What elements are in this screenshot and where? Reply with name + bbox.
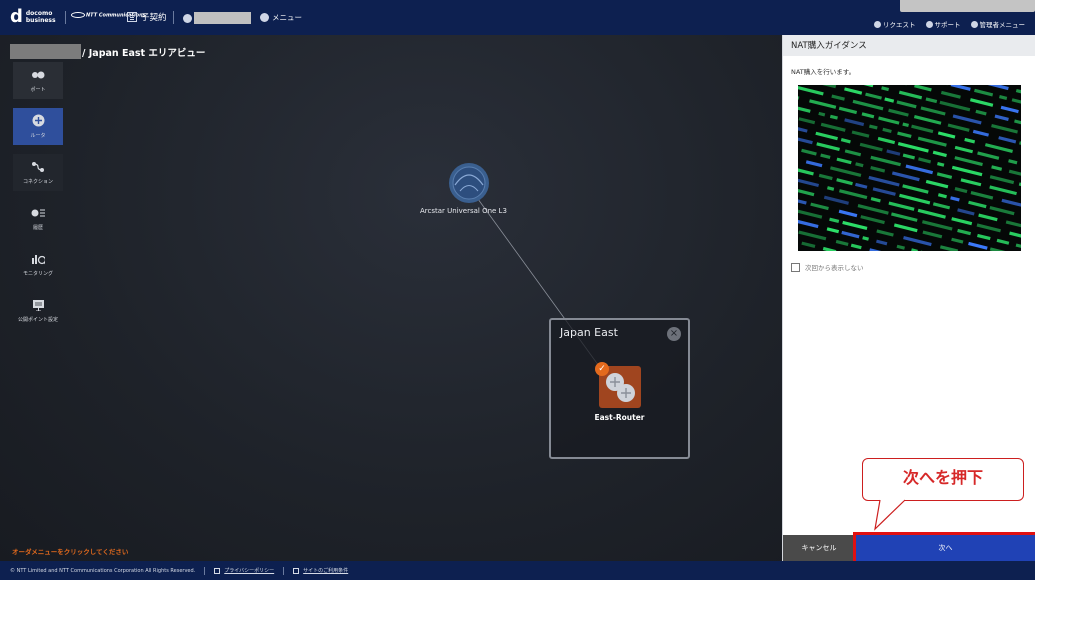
- docomo-business-logo[interactable]: d docomo business: [10, 8, 56, 26]
- sidebar-item-history[interactable]: 履歴: [13, 200, 63, 237]
- top-header: d docomo business NTT Communications 子契約 …: [0, 0, 1035, 35]
- router-icon: [31, 114, 45, 127]
- copyright-text: © NTT Limited and NTT Communications Cor…: [10, 567, 196, 574]
- connection-icon: [31, 161, 45, 173]
- east-router-node[interactable]: ✓: [595, 362, 641, 408]
- checkmark-icon: ✓: [595, 362, 609, 376]
- contract-link[interactable]: 子契約: [127, 11, 167, 23]
- sidebar-item-router[interactable]: ルータ: [13, 108, 63, 145]
- area-title: Japan East: [560, 326, 618, 339]
- next-button[interactable]: 次へ: [853, 532, 1035, 564]
- sidebar-item-connection[interactable]: コネクション: [13, 154, 63, 191]
- dont-show-again-option[interactable]: 次回から表示しない: [791, 262, 864, 272]
- tenant-selector[interactable]: [183, 12, 251, 24]
- router-name: East-Router: [594, 413, 645, 422]
- port-icon: [31, 69, 45, 81]
- area-view-canvas[interactable]: / Japan East エリアビュー Arcstar Universal On…: [0, 35, 782, 561]
- header-separator: [173, 11, 174, 24]
- footer: © NTT Limited and NTT Communications Cor…: [0, 561, 1035, 580]
- area-japan-east[interactable]: Japan East × ✓ East-Router: [549, 318, 690, 459]
- gear-icon: [970, 20, 978, 28]
- monitoring-icon: [31, 253, 45, 265]
- sidebar-item-port[interactable]: ポート: [13, 62, 63, 99]
- help-icon: [925, 20, 933, 28]
- arcstar-node-label[interactable]: Arcstar Universal One L3: [420, 207, 507, 215]
- user-account-redacted[interactable]: [900, 0, 1035, 12]
- admin-menu-link[interactable]: 管理者メニュー: [970, 19, 1025, 29]
- request-link[interactable]: リクエスト: [874, 19, 916, 29]
- menu-label: メニュー: [272, 13, 302, 22]
- support-link[interactable]: サポート: [925, 19, 961, 29]
- panel-description: NAT購入を行います。: [791, 68, 856, 76]
- callout-pointer: [874, 497, 906, 531]
- instruction-callout: 次へを押下: [862, 458, 1024, 501]
- tenant-name-redacted: [194, 12, 251, 24]
- contract-label: 子契約: [141, 13, 167, 23]
- header-separator: [65, 11, 66, 24]
- sidebar-item-public-point[interactable]: 公開ポイント設定: [13, 292, 63, 329]
- public-point-icon: [31, 299, 45, 311]
- menu-link[interactable]: メニュー: [260, 12, 302, 23]
- topology-map: [449, 163, 605, 374]
- cancel-button[interactable]: キャンセル: [783, 535, 855, 561]
- external-link-icon: [214, 567, 221, 574]
- terms-of-use-link[interactable]: サイトのご利用条件: [303, 567, 348, 574]
- header-utility-links: リクエスト サポート 管理者メニュー: [874, 19, 1025, 29]
- panel-title: NAT購入ガイダンス: [783, 35, 1035, 56]
- sidebar-item-monitoring[interactable]: モニタリング: [13, 246, 63, 283]
- history-icon: [31, 207, 45, 219]
- tenant-icon: [183, 13, 192, 23]
- chevron-circle-icon: [260, 13, 269, 22]
- external-link-icon: [293, 567, 300, 574]
- dont-show-checkbox[interactable]: [791, 262, 800, 272]
- sidebar: ポート ルータ コネクション 履歴 モニタリング 公開ポイント設定: [13, 62, 63, 338]
- close-icon[interactable]: ×: [667, 327, 681, 341]
- bell-icon: [874, 20, 881, 28]
- order-menu-hint: オーダメニューをクリックしてください: [12, 548, 129, 556]
- arcstar-node-icon: [449, 163, 489, 203]
- contract-tree-icon: [127, 12, 137, 22]
- terminal-image: [798, 85, 1021, 251]
- dont-show-label: 次回から表示しない: [805, 264, 864, 272]
- privacy-policy-link[interactable]: プライバシーポリシー: [224, 567, 274, 574]
